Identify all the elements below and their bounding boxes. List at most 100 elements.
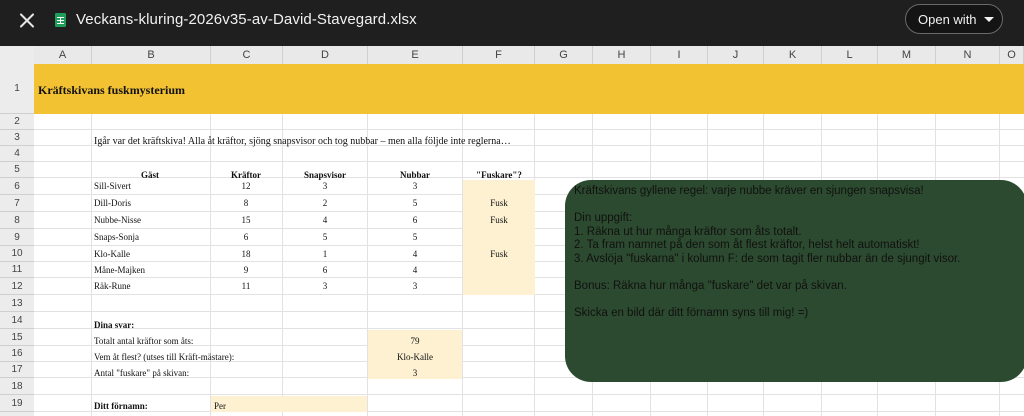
row-header-11[interactable]: 11	[0, 262, 34, 278]
row-header-9[interactable]: 9	[0, 229, 34, 246]
guest-cell-nubbar[interactable]: 4	[368, 249, 462, 259]
guest-cell-krafter[interactable]: 15	[211, 215, 281, 225]
guest-cell-nubbar[interactable]: 4	[368, 265, 462, 275]
grid-line	[34, 394, 1024, 395]
note-line	[574, 293, 1018, 307]
guest-cell-visor[interactable]: 3	[283, 281, 367, 291]
column-header-f[interactable]: F	[463, 46, 535, 64]
row-header-5[interactable]: 5	[0, 162, 34, 178]
guest-cell-fusk[interactable]: Fusk	[463, 215, 535, 225]
row-header-13[interactable]: 13	[0, 295, 34, 312]
guest-cell-nubbar[interactable]: 3	[368, 281, 462, 291]
column-header-h[interactable]: H	[593, 46, 651, 64]
answer-value-fuskare[interactable]: 3	[368, 368, 462, 378]
close-icon[interactable]	[16, 10, 38, 32]
row-header-17[interactable]: 17	[0, 362, 34, 378]
column-header-e[interactable]: E	[368, 46, 463, 64]
name-label: Ditt förnamn:	[94, 401, 148, 411]
guest-cell-krafter[interactable]: 8	[211, 198, 281, 208]
row-header-1[interactable]: 1	[0, 64, 34, 114]
column-header-m[interactable]: M	[878, 46, 936, 64]
column-header-l[interactable]: L	[822, 46, 878, 64]
guest-cell-nubbar[interactable]: 5	[368, 232, 462, 242]
guest-cell-krafter[interactable]: 18	[211, 249, 281, 259]
answer-value-total[interactable]: 79	[368, 336, 462, 346]
column-header-k[interactable]: K	[764, 46, 822, 64]
header-nubbar: Nubbar	[399, 170, 430, 180]
caret-down-icon	[984, 17, 994, 22]
grid-line	[91, 114, 92, 416]
row-header-3[interactable]: 3	[0, 130, 34, 146]
column-header-a[interactable]: A	[34, 46, 92, 64]
column-header-b[interactable]: B	[92, 46, 211, 64]
instructions-note: Kräftskivans gyllene regel: varje nubbe …	[565, 180, 1024, 382]
guest-cell-name[interactable]: Sill-Sivert	[94, 181, 194, 191]
answer-value-most[interactable]: Klo-Kalle	[368, 352, 462, 362]
column-header-o[interactable]: O	[1000, 46, 1024, 64]
guest-cell-visor[interactable]: 1	[283, 249, 367, 259]
guest-cell-name[interactable]: Dill-Doris	[94, 198, 194, 208]
grid-line	[34, 161, 1024, 162]
row-header-14[interactable]: 14	[0, 312, 34, 329]
note-line: Kräftskivans gyllene regel: varje nubbe …	[574, 185, 924, 197]
guest-cell-name[interactable]: Nubbe-Nisse	[94, 215, 194, 225]
guest-cell-nubbar[interactable]: 3	[368, 181, 462, 191]
header-fuskare: "Fuskare"?	[476, 170, 522, 180]
guest-cell-name[interactable]: Räk-Rune	[94, 281, 194, 291]
header-guest: Gäst	[141, 170, 159, 180]
column-header-c[interactable]: C	[211, 46, 283, 64]
note-line: Din uppgift:	[574, 212, 633, 224]
row-header-7[interactable]: 7	[0, 195, 34, 212]
guest-cell-visor[interactable]: 6	[283, 265, 367, 275]
note-line: Bonus: Räkna hur många "fuskare" det var…	[574, 279, 847, 292]
open-with-button[interactable]: Open with	[905, 4, 1003, 34]
open-with-label: Open with	[918, 12, 977, 27]
file-title: Veckans-kluring-2026v35-av-David-Stavega…	[76, 11, 417, 28]
row-header-18[interactable]: 18	[0, 378, 34, 395]
guest-cell-nubbar[interactable]: 6	[368, 215, 462, 225]
row-header-12[interactable]: 12	[0, 278, 34, 295]
column-header-j[interactable]: J	[708, 46, 764, 64]
guest-cell-nubbar[interactable]: 5	[368, 198, 462, 208]
grid-line	[34, 411, 1024, 412]
spreadsheet-file-icon	[55, 13, 66, 27]
row-header-4[interactable]: 4	[0, 146, 34, 162]
guest-cell-visor[interactable]: 2	[283, 198, 367, 208]
spreadsheet-grid[interactable]: ABCDEFGHIJKLMNO 1 2 3 4 5 6 7 8 9 10 11 12 13 14 15 16 1…	[0, 46, 1024, 416]
guest-cell-fusk[interactable]: Fusk	[463, 249, 535, 259]
row-header-15[interactable]: 15	[0, 329, 34, 346]
guest-cell-krafter[interactable]: 9	[211, 265, 281, 275]
note-line	[574, 199, 1018, 213]
guest-cell-krafter[interactable]: 6	[211, 232, 281, 242]
guest-cell-visor[interactable]: 4	[283, 215, 367, 225]
column-header-n[interactable]: N	[936, 46, 1000, 64]
name-value[interactable]: Per	[214, 401, 226, 411]
column-header-d[interactable]: D	[283, 46, 368, 64]
name-input-area[interactable]	[211, 396, 367, 412]
row-header-2[interactable]: 2	[0, 114, 34, 130]
intro-text: Igår var det kräftskiva! Alla åt kräftor…	[94, 136, 511, 147]
guest-cell-krafter[interactable]: 11	[211, 281, 281, 291]
guest-cell-fusk[interactable]: Fusk	[463, 198, 535, 208]
row-header-19[interactable]: 19	[0, 395, 34, 412]
row-header-16[interactable]: 16	[0, 346, 34, 362]
row-header-8[interactable]: 8	[0, 212, 34, 229]
header-krafter: Kräftor	[231, 170, 261, 180]
note-line: 2. Ta fram namnet på den som åt flest kr…	[574, 239, 920, 251]
row-header-6[interactable]: 6	[0, 178, 34, 195]
guest-cell-name[interactable]: Snaps-Sonja	[94, 232, 194, 242]
answer-label-most: Vem åt flest? (utses till Kräft-mästare)…	[94, 352, 235, 362]
sheet-title: Kräftskivans fuskmysterium	[38, 83, 186, 97]
guest-cell-name[interactable]: Måne-Majken	[94, 265, 194, 275]
note-line	[574, 266, 1018, 280]
note-line: Skicka en bild där ditt förnamn syns til…	[574, 306, 809, 319]
row-header-10[interactable]: 10	[0, 246, 34, 262]
answers-heading: Dina svar:	[94, 320, 135, 330]
guest-cell-visor[interactable]: 3	[283, 181, 367, 191]
note-line: 3. Avslöja "fuskarna" i kolumn F: de som…	[574, 252, 961, 265]
guest-cell-visor[interactable]: 5	[283, 232, 367, 242]
column-header-g[interactable]: G	[535, 46, 593, 64]
guest-cell-krafter[interactable]: 12	[211, 181, 281, 191]
column-header-i[interactable]: I	[651, 46, 708, 64]
guest-cell-name[interactable]: Klo-Kalle	[94, 249, 194, 259]
